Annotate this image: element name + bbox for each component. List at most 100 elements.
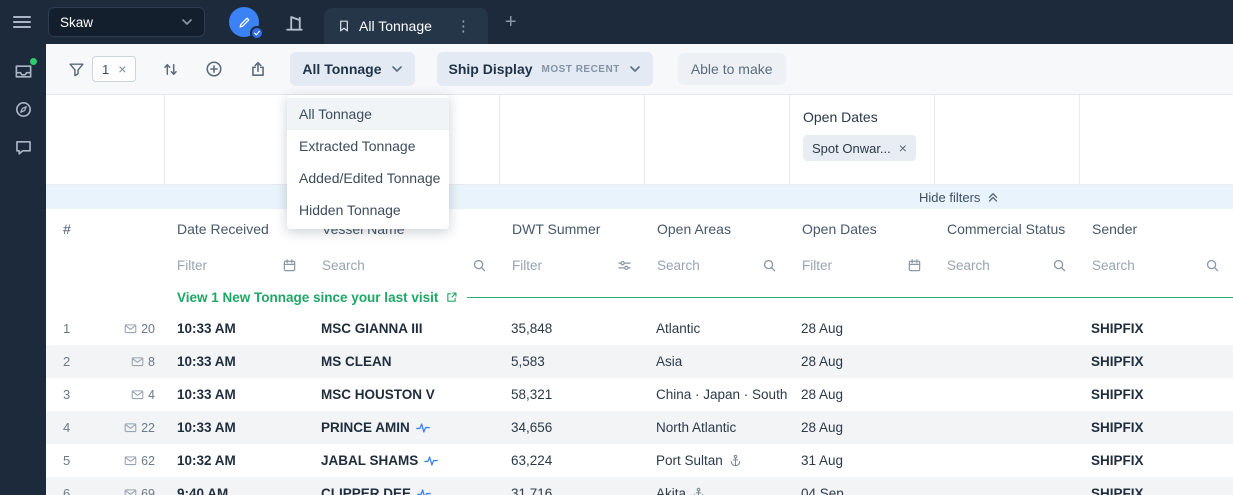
row-number: 2	[63, 354, 71, 369]
compose-button[interactable]	[229, 7, 264, 40]
mail-count: 22	[141, 420, 155, 435]
ais-pulse-icon[interactable]	[416, 421, 430, 435]
date-received-cell: 10:33 AM	[177, 354, 236, 369]
mail-count: 8	[148, 354, 155, 369]
filter-cell-dwt-summer	[500, 95, 645, 184]
open-dates-filter-input[interactable]	[802, 258, 901, 273]
mail-count-badge[interactable]: 69	[124, 487, 155, 495]
chat-icon[interactable]	[13, 137, 34, 158]
open-areas-filter-input[interactable]	[657, 258, 756, 273]
tonnage-row[interactable]: 4 22 10:33 AM PRINCE AMIN 34,656 North A…	[46, 411, 1233, 444]
mail-count-badge[interactable]: 20	[124, 322, 155, 336]
tonnage-view-selector[interactable]: All Tonnage	[290, 52, 415, 86]
dwt-summer-filter-input[interactable]	[512, 258, 611, 273]
sliders-icon[interactable]	[617, 258, 632, 273]
menu-item-added-edited-tonnage[interactable]: Added/Edited Tonnage	[287, 162, 449, 194]
new-tonnage-link[interactable]: View 1 New Tonnage since your last visit	[177, 290, 458, 305]
tab-options-icon[interactable]: ⋮	[452, 17, 475, 35]
add-tonnage-icon[interactable]	[205, 60, 223, 78]
vessel-name-cell: MSC GIANNA III	[310, 321, 500, 336]
dwt-summer-cell: 31,716	[511, 486, 553, 495]
open-dates-cell: 28 Aug	[801, 354, 844, 369]
row-index-cell: 4 22	[46, 420, 165, 435]
column-header-sender[interactable]: Sender	[1080, 221, 1233, 237]
active-filter-chip[interactable]: 1 ×	[92, 56, 137, 82]
tonnage-app: Skaw All Tonnage ⋮ + 1 × All Tonnage Shi…	[0, 0, 1233, 495]
unread-indicator-dot	[29, 58, 37, 65]
ship-display-selector[interactable]: Ship Display MOST RECENT	[436, 52, 653, 86]
inbox-icon[interactable]	[13, 58, 37, 82]
dwt-summer-cell: 63,224	[511, 453, 553, 468]
hide-filters-label: Hide filters	[919, 189, 981, 205]
bookmark-icon	[337, 19, 351, 33]
open-dates-filter-chip[interactable]: Spot Onwar... ×	[803, 135, 916, 161]
open-dates-cell: 28 Aug	[801, 321, 844, 336]
filters-panel: Open Dates Spot Onwar... ×	[46, 95, 1233, 185]
mail-count-badge[interactable]: 62	[124, 454, 155, 468]
hamburger-menu-icon[interactable]	[13, 16, 31, 28]
column-header-commercial-status[interactable]: Commercial Status	[935, 221, 1080, 237]
discover-compass-icon[interactable]	[13, 99, 34, 120]
tonnage-row[interactable]: 6 69 9:40 AM CLIPPER DEE 31,716 Akita 04…	[46, 477, 1233, 495]
menu-item-extracted-tonnage[interactable]: Extracted Tonnage	[287, 130, 449, 162]
mail-count-badge[interactable]: 4	[131, 388, 155, 402]
menu-item-all-tonnage[interactable]: All Tonnage	[287, 98, 449, 130]
ais-pulse-icon[interactable]	[417, 487, 431, 495]
tonnage-row[interactable]: 3 4 10:33 AM MSC HOUSTON V 58,321 China …	[46, 378, 1233, 411]
export-icon[interactable]	[249, 60, 267, 78]
port-crane-icon[interactable]	[284, 12, 305, 33]
date-received-filter-input[interactable]	[177, 258, 276, 273]
column-header-dwt-summer[interactable]: DWT Summer	[500, 221, 645, 237]
tab-all-tonnage[interactable]: All Tonnage ⋮	[324, 8, 488, 44]
ais-pulse-icon[interactable]	[424, 454, 438, 468]
sender-filter-input[interactable]	[1092, 258, 1199, 273]
clear-filters-icon[interactable]: ×	[118, 62, 126, 76]
mail-count-badge[interactable]: 8	[131, 355, 155, 369]
row-index-cell: 1 20	[46, 321, 165, 336]
tonnage-row[interactable]: 2 8 10:33 AM MS CLEAN 5,583 Asia 28 Aug …	[46, 345, 1233, 378]
search-icon	[1052, 258, 1067, 273]
workspace-selector[interactable]: Skaw	[48, 7, 205, 37]
open-areas-text: Asia	[656, 354, 683, 369]
sender-cell: SHIPFIX	[1091, 420, 1144, 435]
row-number: 1	[63, 321, 71, 336]
check-badge-icon	[250, 26, 264, 40]
remove-filter-icon[interactable]: ×	[899, 141, 907, 155]
open-dates-filter	[790, 258, 935, 273]
column-header-open-dates[interactable]: Open Dates	[790, 221, 935, 237]
dwt-summer-cell: 35,848	[511, 321, 553, 336]
mail-count-badge[interactable]: 22	[124, 421, 155, 435]
workspace-label: Skaw	[60, 14, 94, 30]
filter-funnel-icon[interactable]	[68, 61, 85, 78]
vessel-name: CLIPPER DEE	[321, 486, 412, 495]
tonnage-row[interactable]: 5 62 10:32 AM JABAL SHAMS 63,224 Port Su…	[46, 444, 1233, 477]
vessel-name-cell: MS CLEAN	[310, 354, 500, 369]
tonnage-row[interactable]: 1 20 10:33 AM MSC GIANNA III 35,848 Atla…	[46, 312, 1233, 345]
mail-count: 20	[141, 321, 155, 336]
menu-item-hidden-tonnage[interactable]: Hidden Tonnage	[287, 194, 449, 226]
dwt-summer-cell: 34,656	[511, 420, 553, 435]
able-to-make-button[interactable]: Able to make	[677, 53, 786, 85]
vessel-name: JABAL SHAMS	[321, 453, 419, 468]
dwt-summer-filter	[500, 258, 645, 273]
hide-filters-button[interactable]: Hide filters	[919, 185, 999, 209]
commercial-status-filter-input[interactable]	[947, 258, 1046, 273]
left-sidebar	[0, 44, 46, 495]
calendar-icon[interactable]	[907, 258, 922, 273]
vessel-name-cell: PRINCE AMIN	[310, 420, 500, 435]
open-areas-cell: China · Japan · South	[645, 387, 790, 402]
new-tab-button[interactable]: +	[501, 10, 521, 34]
vessel-name-filter-input[interactable]	[322, 258, 466, 273]
column-header-open-areas[interactable]: Open Areas	[645, 221, 790, 237]
tonnage-view-label: All Tonnage	[302, 61, 382, 77]
open-areas-filter	[645, 258, 790, 273]
anchor-icon	[692, 487, 705, 495]
date-received-cell: 10:32 AM	[177, 453, 236, 468]
column-header-number[interactable]: #	[46, 221, 165, 237]
calendar-icon[interactable]	[282, 258, 297, 273]
filters-toggle-strip: Hide filters	[46, 185, 1233, 209]
vessel-name-filter	[310, 258, 500, 273]
sort-icon[interactable]	[162, 61, 179, 78]
vessel-name: MSC GIANNA III	[321, 321, 423, 336]
vessel-name-cell: MSC HOUSTON V	[310, 387, 500, 402]
